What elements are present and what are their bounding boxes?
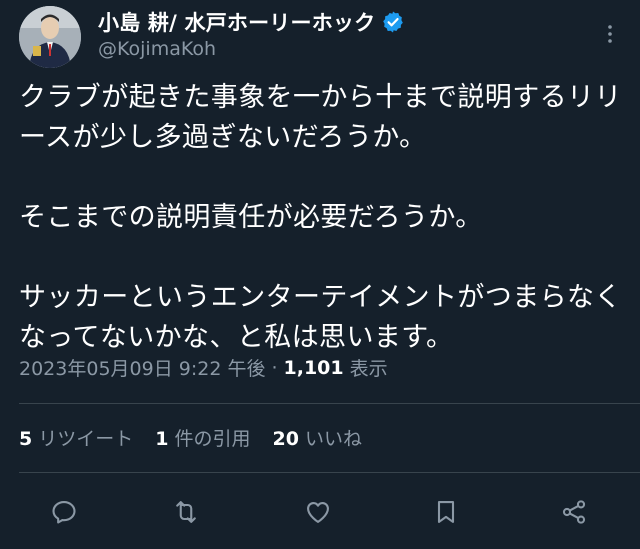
views-count: 1,101	[283, 356, 344, 379]
author-display-name[interactable]: 小島 耕/ 水戸ホーリーホック	[98, 7, 375, 37]
quotes-count: 1	[155, 428, 169, 450]
divider	[19, 472, 640, 473]
author-name-row: 小島 耕/ 水戸ホーリーホック	[98, 6, 405, 38]
likes-label: いいね	[304, 428, 362, 450]
tweet-text: クラブが起きた事象を一から十まで説明するリリースが少し多過ぎないだろうか。 そこ…	[19, 82, 622, 353]
reply-icon[interactable]	[48, 496, 80, 528]
avatar[interactable]	[19, 6, 81, 68]
retweets-stat[interactable]: 5 リツイート	[19, 424, 133, 451]
heart-icon[interactable]	[302, 496, 334, 528]
verified-badge-icon	[381, 10, 405, 34]
quotes-stat[interactable]: 1 件の引用	[155, 424, 250, 451]
engagement-stats: 5 リツイート 1 件の引用 20 いいね	[19, 424, 362, 451]
divider	[19, 403, 640, 404]
likes-stat[interactable]: 20 いいね	[273, 424, 362, 451]
meta-separator: ·	[271, 356, 278, 379]
tweet-meta: 2023年05月09日 9:22 午後 · 1,101 表示	[19, 354, 388, 381]
author-handle[interactable]: @KojimaKoh	[98, 38, 216, 60]
retweets-label: リツイート	[38, 428, 134, 450]
more-icon[interactable]	[598, 22, 622, 46]
retweet-icon[interactable]	[170, 496, 202, 528]
quotes-label: 件の引用	[174, 428, 251, 450]
retweets-count: 5	[19, 428, 33, 450]
share-icon[interactable]	[558, 496, 590, 528]
views-label: 表示	[349, 358, 388, 380]
tweet-timestamp[interactable]: 2023年05月09日 9:22 午後	[19, 354, 265, 381]
action-bar	[0, 490, 640, 534]
likes-count: 20	[272, 428, 299, 450]
bookmark-icon[interactable]	[430, 496, 462, 528]
